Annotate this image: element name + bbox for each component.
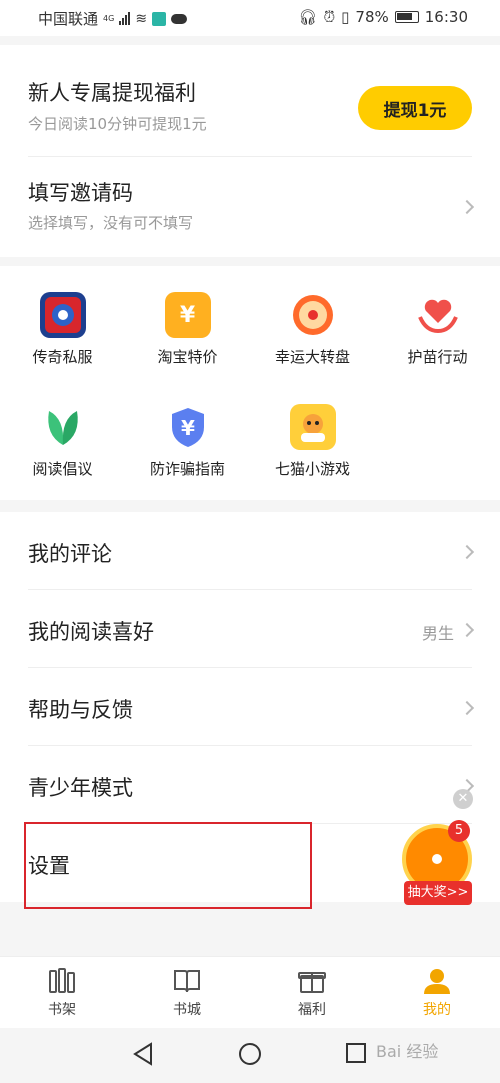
tab-bookshelf[interactable]: 书架 xyxy=(22,967,102,1019)
menu-item-reading-preference[interactable]: 我的阅读喜好 xyxy=(28,616,154,646)
user-icon xyxy=(422,967,452,995)
lottery-badge: 5 xyxy=(448,820,470,842)
tab-bookstore[interactable]: 书城 xyxy=(147,967,227,1019)
tile-legend-game[interactable]: 传奇私服 xyxy=(0,292,125,367)
withdraw-button[interactable]: 提现1元 xyxy=(358,86,472,130)
tile-label: 阅读倡议 xyxy=(32,460,93,478)
cat-gamepad-icon xyxy=(289,404,336,450)
signal-icon xyxy=(119,12,131,25)
svg-text:¥: ¥ xyxy=(181,416,195,440)
benefit-card: 新人专属提现福利 今日阅读10分钟可提现1元 提现1元 填写邀请码 选择填写，没… xyxy=(0,45,500,257)
lucky-wheel-icon xyxy=(290,292,336,338)
tile-label: 防诈骗指南 xyxy=(149,460,225,478)
divider xyxy=(28,156,472,157)
tile-reading-initiative[interactable]: 阅读倡议 xyxy=(0,404,125,479)
tile-anti-fraud[interactable]: ¥ 防诈骗指南 xyxy=(125,404,250,479)
tile-label: 传奇私服 xyxy=(32,348,93,366)
feature-grid: 传奇私服 ¥ 淘宝特价 幸运大转盘 护苗行动 阅读倡议 ¥ 防诈骗指南 七猫小游 xyxy=(0,266,500,500)
watermark: Bai 经验 xyxy=(376,1042,439,1061)
menu-item-help-feedback[interactable]: 帮助与反馈 xyxy=(28,694,133,724)
recent-apps-icon[interactable] xyxy=(345,1042,367,1064)
divider xyxy=(28,589,472,590)
tab-label: 书架 xyxy=(48,1002,76,1018)
tile-qimao-games[interactable]: 七猫小游戏 xyxy=(250,404,375,479)
chevron-right-icon[interactable] xyxy=(459,544,475,560)
shield-yuan-icon: ¥ xyxy=(165,404,211,450)
heart-hands-icon xyxy=(415,292,461,338)
tab-welfare[interactable]: 福利 xyxy=(272,967,352,1019)
tile-label: 淘宝特价 xyxy=(157,348,218,366)
vibrate-icon: ▯ xyxy=(341,8,350,26)
wifi-icon: ≋ xyxy=(135,10,148,27)
tab-label: 福利 xyxy=(298,1002,326,1018)
legend-game-icon xyxy=(39,292,86,338)
invite-title[interactable]: 填写邀请码 xyxy=(28,177,133,207)
menu-item-comments[interactable]: 我的评论 xyxy=(28,538,112,568)
tab-me[interactable]: 我的 xyxy=(397,967,477,1019)
bottom-tab-bar: 书架 书城 福利 我的 xyxy=(0,956,500,1028)
tile-heart-hands[interactable]: 护苗行动 xyxy=(375,292,500,367)
tab-label: 书城 xyxy=(173,1002,201,1018)
network-label: 4G xyxy=(103,14,115,23)
bookshelf-icon xyxy=(47,967,77,995)
chevron-right-icon[interactable] xyxy=(459,199,475,215)
taobao-coupon-icon: ¥ xyxy=(164,292,211,338)
divider xyxy=(28,667,472,668)
app-notification-icon xyxy=(152,11,167,26)
close-icon[interactable]: ✕ xyxy=(453,789,473,809)
menu-item-youth-mode[interactable]: 青少年模式 xyxy=(28,772,133,802)
divider xyxy=(28,745,472,746)
alarm-icon: ⏰︎ xyxy=(323,8,336,26)
tile-lucky-wheel[interactable]: 幸运大转盘 xyxy=(250,292,375,367)
chevron-right-icon[interactable] xyxy=(459,622,475,638)
preference-value: 男生 xyxy=(421,624,454,643)
gift-icon xyxy=(297,967,327,995)
chevron-right-icon[interactable] xyxy=(459,700,475,716)
tile-label: 幸运大转盘 xyxy=(274,348,350,366)
clock: 16:30 xyxy=(424,8,468,26)
carrier-label: 中国联通 xyxy=(38,10,99,28)
cloud-icon xyxy=(171,13,188,24)
tile-label: 护苗行动 xyxy=(407,348,468,366)
withdraw-title: 新人专属提现福利 xyxy=(28,81,196,105)
battery-percent: 78% xyxy=(355,8,389,26)
lottery-button[interactable]: 抽大奖>> xyxy=(404,881,472,905)
home-icon[interactable] xyxy=(238,1042,262,1066)
tab-label: 我的 xyxy=(423,1002,451,1018)
headset-icon: 🎧︎ xyxy=(298,8,318,26)
withdraw-subtitle: 今日阅读10分钟可提现1元 xyxy=(28,115,207,133)
tile-taobao-coupon[interactable]: ¥ 淘宝特价 xyxy=(125,292,250,367)
status-bar: 中国联通 4G ≋ 🎧︎ ⏰︎ ▯ 78% 16:30 xyxy=(0,0,500,36)
invite-subtitle: 选择填写，没有可不填写 xyxy=(28,214,194,232)
back-icon[interactable] xyxy=(132,1042,154,1066)
tile-label: 七猫小游戏 xyxy=(274,460,350,478)
battery-icon xyxy=(394,11,419,23)
leaf-icon xyxy=(40,404,86,450)
book-icon xyxy=(172,967,202,995)
settings-highlight-box xyxy=(24,822,312,909)
